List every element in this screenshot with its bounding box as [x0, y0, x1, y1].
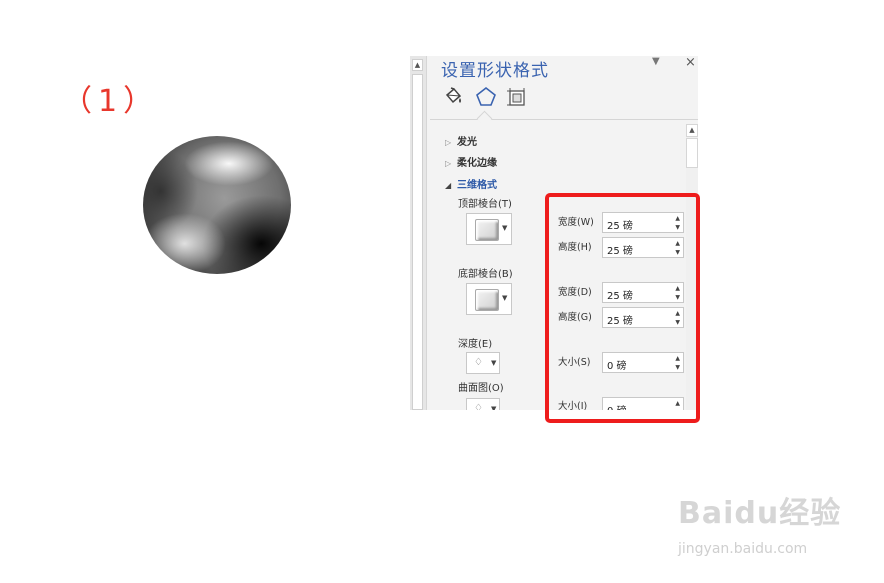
paint-bucket-icon: ♢: [474, 403, 483, 410]
size-layout-icon[interactable]: [506, 86, 528, 108]
collapse-triangle-icon: ◢: [445, 181, 452, 190]
chevron-down-icon: ▼: [491, 359, 497, 367]
chevron-down-icon: ▼: [502, 294, 508, 302]
pane-title: 设置形状格式: [441, 61, 549, 81]
scroll-thumb[interactable]: [412, 74, 423, 410]
expand-triangle-icon: ▷: [445, 159, 452, 168]
active-tab-caret: [476, 110, 493, 127]
top-bevel-button[interactable]: ▼: [466, 213, 512, 245]
section-soft-edges[interactable]: ▷ 柔化边缘: [445, 154, 497, 169]
section-glow[interactable]: ▷ 发光: [445, 133, 477, 148]
top-bevel-label: 顶部棱台(T): [458, 199, 512, 210]
scroll-thumb[interactable]: [686, 138, 698, 168]
watermark-url: jingyan.baidu.com: [678, 541, 808, 557]
contour-label: 曲面图(O): [458, 383, 504, 394]
chevron-down-icon: ▼: [502, 224, 508, 232]
document-scrollbar[interactable]: ▲: [410, 56, 427, 410]
3d-sphere-shape[interactable]: [143, 136, 291, 274]
expand-triangle-icon: ▷: [445, 138, 452, 147]
bottom-bevel-button[interactable]: ▼: [466, 283, 512, 315]
depth-color-button[interactable]: ♢ ▼: [466, 352, 500, 374]
chevron-down-icon: ▼: [491, 405, 497, 410]
baidu-watermark-logo: Baidu经验: [678, 496, 842, 531]
bevel-preview-icon: [475, 289, 499, 311]
pentagon-icon[interactable]: [475, 86, 497, 108]
bottom-bevel-label: 底部棱台(B): [458, 269, 513, 280]
bevel-preview-icon: [475, 219, 499, 241]
section-3d-format[interactable]: ◢ 三维格式: [445, 176, 497, 191]
step-label: （1）: [62, 84, 160, 119]
scroll-up-icon[interactable]: ▲: [412, 59, 423, 71]
contour-color-button[interactable]: ♢ ▼: [466, 398, 500, 410]
tab-divider: [430, 119, 698, 120]
scroll-up-icon[interactable]: ▲: [686, 124, 698, 137]
chevron-down-icon[interactable]: ▼: [652, 56, 660, 67]
paint-bucket-icon: ♢: [474, 357, 483, 368]
depth-label: 深度(E): [458, 339, 493, 350]
paint-bucket-icon[interactable]: [443, 86, 465, 108]
red-highlight-box: [545, 193, 700, 423]
close-icon[interactable]: ×: [685, 56, 696, 70]
